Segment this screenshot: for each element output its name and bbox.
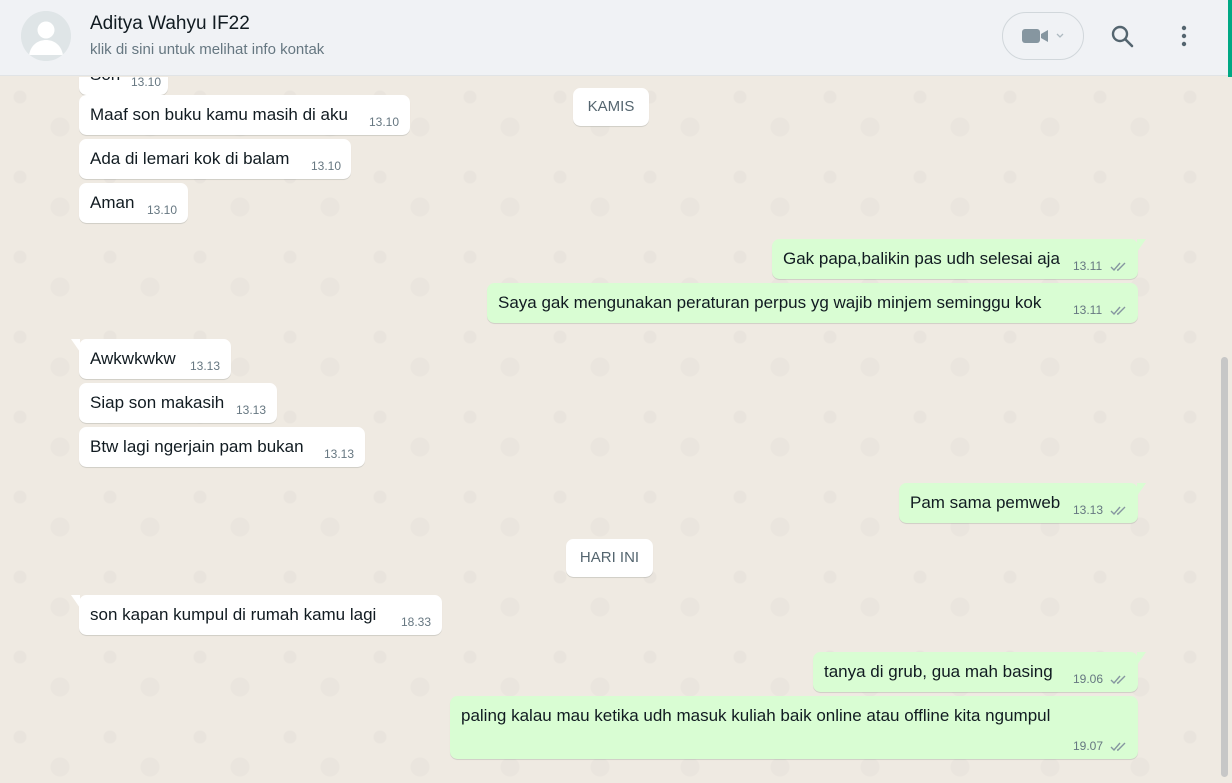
message-time: 13.11 — [1073, 303, 1103, 317]
message-incoming[interactable]: Ada di lemari kok di balam 13.10 — [79, 139, 351, 179]
message-text: Btw lagi ngerjain pam bukan — [90, 437, 304, 456]
day-separator: HARI INI — [566, 539, 653, 577]
avatar-placeholder-icon — [21, 11, 71, 61]
message-text: son kapan kumpul di rumah kamu lagi — [90, 605, 377, 624]
chat-header[interactable]: Aditya Wahyu IF22 klik di sini untuk mel… — [0, 0, 1228, 76]
message-time: 19.07 — [1073, 739, 1104, 753]
message-time: 13.10 — [147, 203, 178, 217]
message-time: 13.11 — [1073, 259, 1103, 273]
message-incoming[interactable]: Btw lagi ngerjain pam bukan 13.13 — [79, 427, 365, 467]
message-outgoing[interactable]: Saya gak mengunakan peraturan perpus yg … — [487, 283, 1138, 323]
message-time: 13.13 — [1073, 503, 1104, 517]
message-text: Siap son makasih — [90, 393, 225, 412]
message-text: paling kalau mau ketika udh masuk kuliah… — [461, 706, 1051, 725]
menu-button[interactable] — [1164, 16, 1204, 56]
vertical-dots-icon — [1181, 25, 1187, 47]
message-incoming[interactable]: Awkwkwkw 13.13 — [71, 339, 231, 379]
double-check-icon — [1110, 262, 1126, 272]
message-list[interactable]: Son 13.10 KAMIS Maaf son buku kamu masih… — [0, 77, 1218, 783]
search-button[interactable] — [1102, 16, 1142, 56]
message-time: 19.06 — [1073, 672, 1104, 686]
message-text: Maaf son buku kamu masih di aku — [90, 105, 348, 124]
message-incoming[interactable]: Maaf son buku kamu masih di aku 13.10 — [79, 95, 410, 135]
day-separator: KAMIS — [573, 88, 649, 126]
message-outgoing[interactable]: tanya di grub, gua mah basing 19.06 — [813, 652, 1146, 692]
message-outgoing[interactable]: Pam sama pemweb 13.13 — [899, 483, 1146, 523]
bubble-tail — [1137, 652, 1146, 665]
bubble-tail — [1137, 483, 1146, 496]
message-time: 13.10 — [131, 77, 162, 89]
double-check-icon — [1110, 742, 1126, 752]
message-text: Saya gak mengunakan peraturan perpus yg … — [498, 293, 1042, 312]
bubble-tail — [1137, 239, 1146, 252]
double-check-icon — [1110, 675, 1126, 685]
message-text: tanya di grub, gua mah basing — [824, 662, 1053, 681]
message-time: 13.13 — [236, 403, 267, 417]
message-incoming[interactable]: son kapan kumpul di rumah kamu lagi 18.3… — [71, 595, 442, 635]
message-text: Son — [90, 77, 120, 85]
double-check-icon — [1110, 506, 1126, 516]
contact-name[interactable]: Aditya Wahyu IF22 — [90, 13, 250, 35]
message-text: Ada di lemari kok di balam — [90, 149, 290, 168]
scrollbar[interactable] — [1218, 77, 1232, 783]
message-incoming[interactable]: Son 13.10 — [79, 77, 168, 95]
message-outgoing[interactable]: Gak papa,balikin pas udh selesai aja 13.… — [772, 239, 1146, 279]
double-check-icon — [1110, 306, 1126, 316]
chevron-down-icon — [1056, 33, 1064, 38]
message-time: 13.10 — [369, 115, 400, 129]
message-time: 13.13 — [190, 359, 221, 373]
message-time: 13.10 — [311, 159, 342, 173]
video-camera-icon — [1022, 29, 1048, 43]
message-text: Aman — [90, 193, 135, 212]
scrollbar-thumb[interactable] — [1221, 357, 1228, 777]
message-text: Pam sama pemweb — [910, 493, 1061, 512]
bubble-tail — [71, 339, 80, 352]
video-call-button[interactable] — [1002, 12, 1084, 60]
message-time: 18.33 — [401, 615, 432, 629]
message-text: Gak papa,balikin pas udh selesai aja — [783, 249, 1060, 268]
avatar[interactable] — [21, 11, 71, 61]
search-icon — [1111, 25, 1134, 48]
message-time: 13.13 — [324, 447, 355, 461]
message-outgoing[interactable]: paling kalau mau ketika udh masuk kuliah… — [450, 696, 1138, 759]
message-incoming[interactable]: Siap son makasih 13.13 — [79, 383, 277, 423]
contact-info-hint[interactable]: klik di sini untuk melihat info kontak — [90, 41, 324, 58]
bubble-tail — [71, 595, 80, 608]
message-text: Awkwkwkw — [90, 349, 176, 368]
message-incoming[interactable]: Aman 13.10 — [79, 183, 188, 223]
